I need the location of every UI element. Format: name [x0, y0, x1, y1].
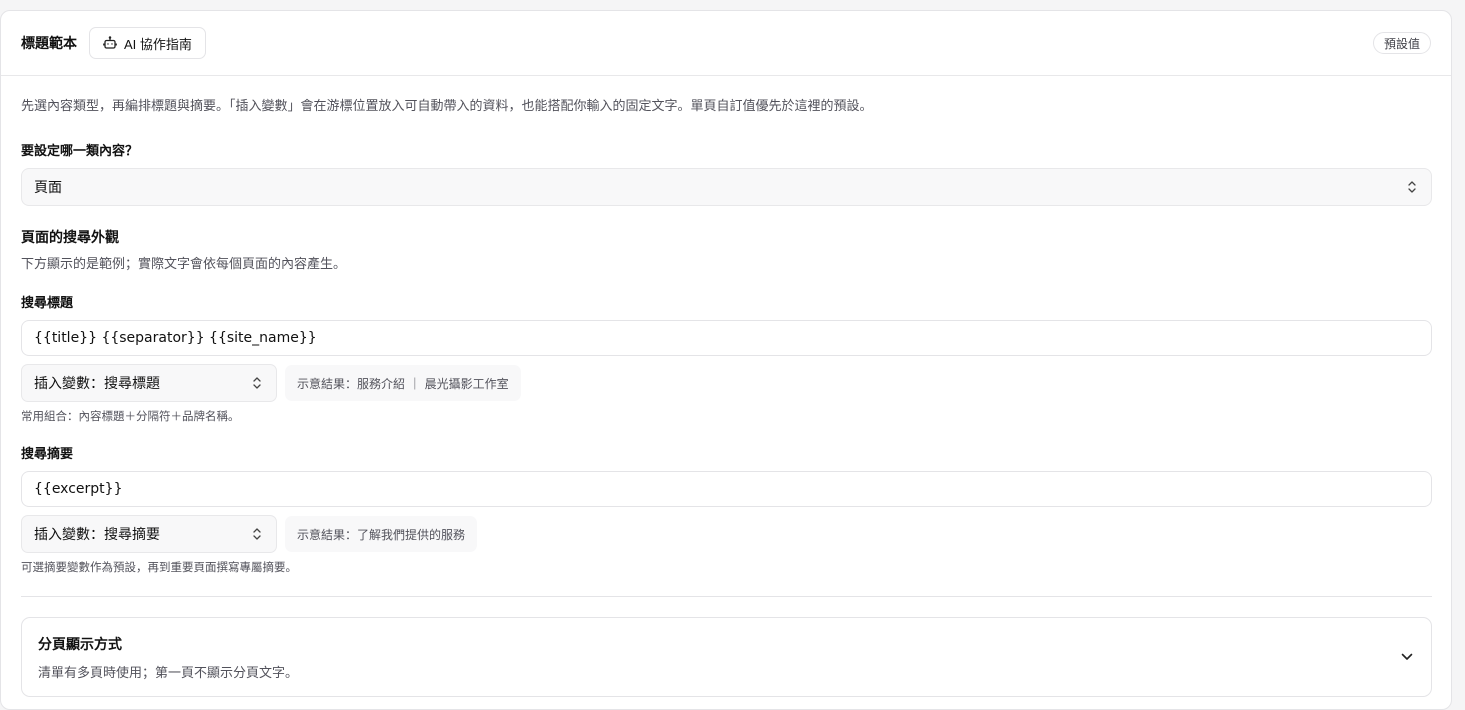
ai-guide-button[interactable]: AI 協作指南: [89, 27, 206, 59]
chevron-up-down-icon: [253, 528, 261, 540]
content-type-value: 頁面: [34, 180, 62, 196]
search-title-hint: 常用組合：內容標題＋分隔符＋品牌名稱。: [21, 409, 240, 423]
title-template-panel: 標題範本 AI 協作指南 預設值 先選內容類型，再編排標題與摘要。「插入變數」會…: [0, 10, 1452, 710]
pagination-subtitle: 清單有多頁時使用；第一頁不顯示分頁文字。: [38, 665, 299, 681]
content-type-label: 要設定哪一類內容？: [21, 144, 139, 159]
pagination-accordion[interactable]: 分頁顯示方式 清單有多頁時使用；第一頁不顯示分頁文字。: [21, 617, 1432, 697]
intro-text: 先選內容類型，再編排標題與摘要。「插入變數」會在游標位置放入可自動帶入的資料，也…: [21, 99, 873, 114]
appearance-subtitle: 下方顯示的是範例；實際文字會依每個頁面的內容產生。: [21, 257, 347, 272]
panel-header: 標題範本 AI 協作指南 預設值: [1, 11, 1451, 76]
search-excerpt-input[interactable]: {{excerpt}}: [21, 471, 1432, 507]
chevron-up-down-icon: [1408, 181, 1416, 193]
insert-variable-title-label: 插入變數：搜尋標題: [34, 376, 160, 392]
pagination-title: 分頁顯示方式: [38, 636, 122, 653]
section-divider: [21, 596, 1432, 597]
chevron-down-icon: [1401, 653, 1413, 660]
insert-variable-excerpt-label: 插入變數：搜尋摘要: [34, 527, 160, 543]
excerpt-preview-chip: 示意結果：了解我們提供的服務: [285, 516, 478, 552]
default-value-badge[interactable]: 預設值: [1372, 32, 1431, 54]
robot-icon: [103, 36, 117, 50]
search-title-input[interactable]: {{title}} {{separator}} {{site_name}}: [21, 320, 1432, 356]
chevron-up-down-icon: [253, 377, 261, 389]
title-preview-chip: 示意結果：服務介紹 ｜ 晨光攝影工作室: [285, 365, 521, 401]
content-type-select[interactable]: 頁面: [21, 168, 1432, 206]
ai-guide-label: AI 協作指南: [124, 36, 192, 52]
insert-variable-excerpt-select[interactable]: 插入變數：搜尋摘要: [21, 515, 277, 553]
appearance-title: 頁面的搜尋外觀: [21, 230, 119, 246]
search-excerpt-hint: 可選摘要變數作為預設，再到重要頁面撰寫專屬摘要。: [21, 560, 297, 574]
insert-variable-title-select[interactable]: 插入變數：搜尋標題: [21, 364, 277, 402]
search-excerpt-label: 搜尋摘要: [21, 447, 74, 462]
search-title-label: 搜尋標題: [21, 296, 74, 311]
page-title: 標題範本: [21, 36, 77, 52]
